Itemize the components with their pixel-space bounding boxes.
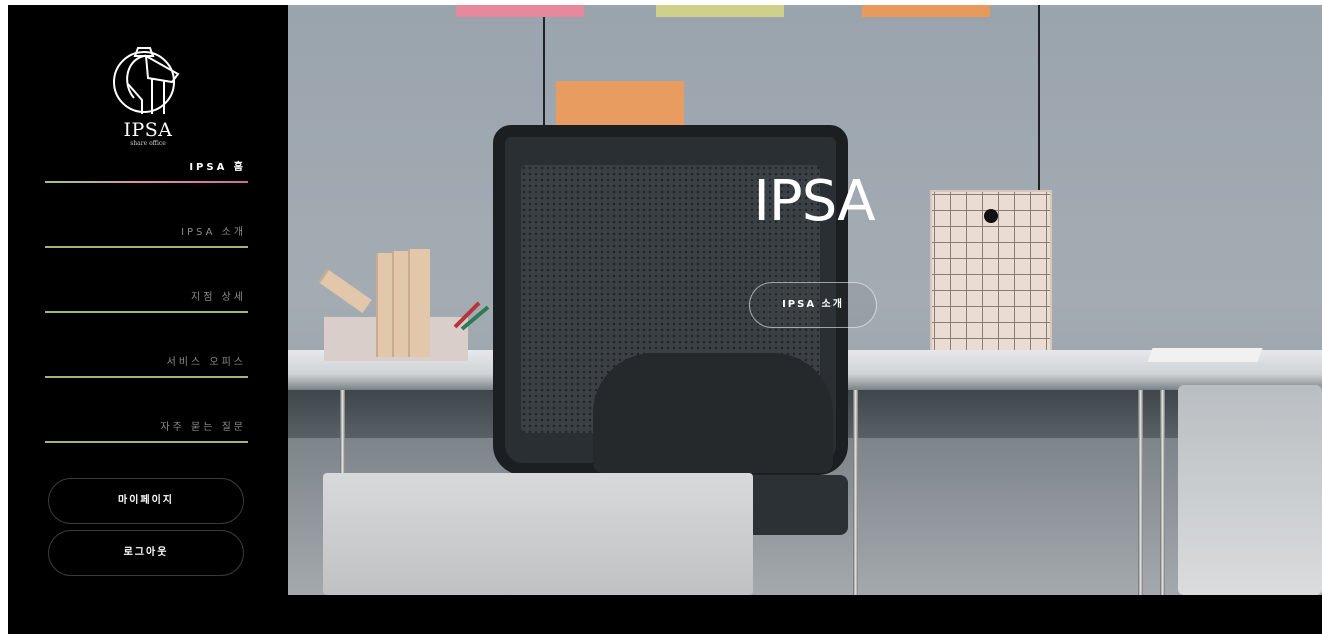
wooden-clip bbox=[408, 249, 430, 357]
sticky-note bbox=[862, 5, 990, 17]
wooden-clip bbox=[318, 268, 372, 314]
grid-board-hole bbox=[984, 209, 998, 223]
sticky-note bbox=[656, 5, 784, 17]
chair-lumbar bbox=[593, 353, 833, 473]
logout-button[interactable]: 로그아웃 bbox=[48, 530, 244, 576]
sticky-note bbox=[556, 81, 684, 129]
hero-title: IPSA bbox=[753, 169, 875, 234]
logo-mark-icon bbox=[113, 47, 180, 114]
app-frame: IPSA share office IPSA 홈 IPSA 소개 지점 상세 서… bbox=[8, 5, 1322, 634]
bottom-bar bbox=[288, 595, 1322, 634]
nav-underline bbox=[45, 441, 248, 443]
sidebar-item-branch-details[interactable]: 지점 상세 bbox=[45, 280, 248, 345]
right-chair-blur bbox=[1178, 385, 1322, 595]
nav-underline bbox=[45, 376, 248, 378]
sticky-note bbox=[456, 5, 584, 17]
sidebar-item-label: 지점 상세 bbox=[191, 292, 246, 303]
sidebar-item-label: 서비스 오피스 bbox=[166, 357, 246, 368]
sidebar-item-label: 자주 묻는 질문 bbox=[160, 422, 246, 433]
sidebar: IPSA share office IPSA 홈 IPSA 소개 지점 상세 서… bbox=[8, 5, 288, 634]
sidebar-item-label: IPSA 소개 bbox=[181, 227, 246, 238]
sidebar-item-service-office[interactable]: 서비스 오피스 bbox=[45, 345, 248, 410]
logo-name: IPSA bbox=[123, 119, 173, 141]
nav-underline bbox=[45, 311, 248, 313]
desk-leg bbox=[1138, 390, 1143, 595]
nav-underline bbox=[45, 246, 248, 248]
logo-subtitle: share office bbox=[130, 140, 166, 147]
sidebar-item-label: IPSA 홈 bbox=[189, 162, 246, 173]
foreground-chair-blur bbox=[323, 473, 753, 595]
desk-leg bbox=[853, 390, 858, 595]
sidebar-item-about[interactable]: IPSA 소개 bbox=[45, 215, 248, 280]
nav-underline bbox=[45, 181, 248, 183]
sidebar-item-faq[interactable]: 자주 묻는 질문 bbox=[45, 410, 248, 475]
paper-stack bbox=[1147, 348, 1263, 362]
desk-leg bbox=[1160, 390, 1165, 595]
brand-logo[interactable]: IPSA share office bbox=[100, 40, 196, 148]
mypage-button[interactable]: 마이페이지 bbox=[48, 478, 244, 524]
hero-about-button[interactable]: IPSA 소개 bbox=[749, 282, 877, 328]
sidebar-nav: IPSA 홈 IPSA 소개 지점 상세 서비스 오피스 자주 묻는 질문 bbox=[45, 150, 248, 475]
hero-banner: IPSA IPSA 소개 bbox=[288, 5, 1322, 595]
sidebar-item-home[interactable]: IPSA 홈 bbox=[45, 150, 248, 215]
